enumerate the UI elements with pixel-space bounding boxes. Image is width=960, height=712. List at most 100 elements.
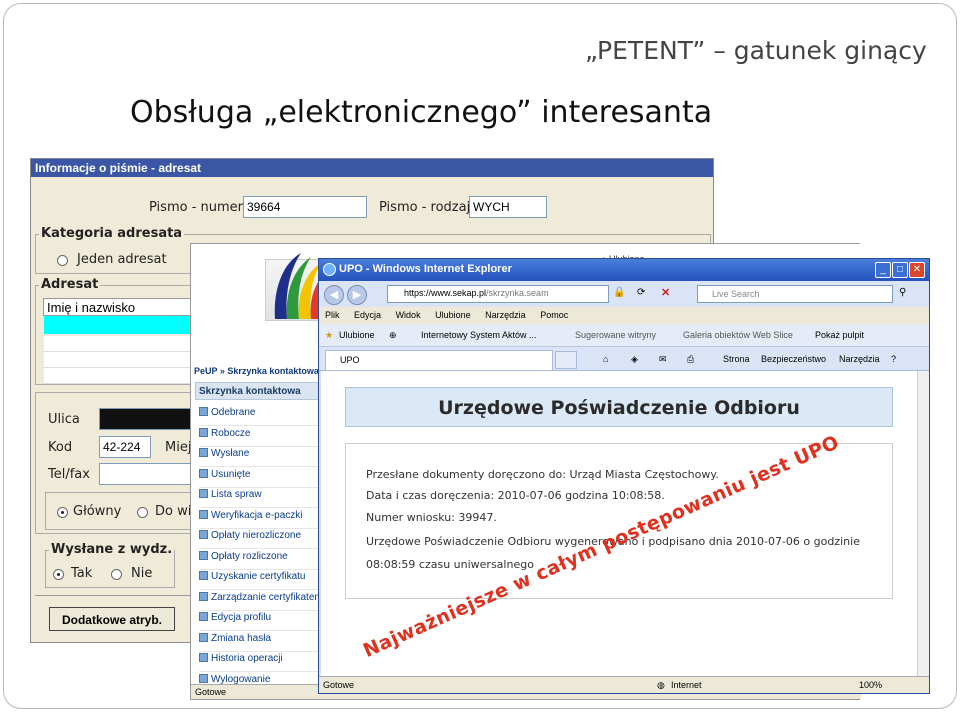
menu-item-edycja-profilu[interactable]: Edycja profilu	[199, 612, 319, 631]
menu-item-label: Historia operacji	[211, 653, 283, 664]
menu-item-lista-spraw[interactable]: Lista spraw	[199, 489, 319, 508]
add-favorite-icon[interactable]: ⊕	[389, 330, 397, 341]
new-tab-button[interactable]	[555, 351, 577, 369]
page-menu-button[interactable]: Strona	[723, 354, 750, 364]
menu-ulubione[interactable]: Ulubione	[435, 310, 471, 320]
address-host: sekap.pl	[452, 288, 487, 298]
upo-line-number: Numer wniosku: 39947.	[366, 511, 497, 524]
lock-icon[interactable]: 🔒	[613, 287, 625, 298]
tak-radio[interactable]	[53, 569, 64, 580]
upo-line-time: 08:08:59 czasu uniwersalnego	[366, 558, 534, 571]
print-icon[interactable]: ⎙	[687, 354, 694, 365]
key-icon	[199, 633, 208, 642]
status-text: Gotowe	[323, 680, 355, 690]
glowny-label: Główny	[73, 504, 122, 519]
jeden-adresat-label: Jeden adresat	[77, 252, 167, 267]
stop-icon[interactable]: ✕	[661, 286, 670, 299]
minimize-button[interactable]: _	[875, 262, 891, 278]
payment-icon	[199, 530, 208, 539]
upo-details: Przesłane dokumenty doręczono do: Urząd …	[345, 443, 893, 599]
nie-radio[interactable]	[111, 569, 122, 580]
upo-line-date: Data i czas doręczenia: 2010-07-06 godzi…	[366, 489, 665, 502]
slide-subtitle: „PETENT” – gatunek ginący	[585, 36, 927, 65]
profile-icon	[199, 612, 208, 621]
address-prefix: https://www.	[404, 288, 453, 298]
nie-label: Nie	[131, 566, 153, 581]
feeds-icon[interactable]: ◈	[631, 354, 638, 365]
pismo-numer-label: Pismo - numer	[149, 200, 243, 215]
menu-pomoc[interactable]: Pomoc	[540, 310, 568, 320]
fav-item-isap[interactable]: Internetowy System Aktów ...	[421, 330, 537, 340]
menu-item-zmiana-hasla[interactable]: Zmiana hasła	[199, 633, 319, 652]
menu-item-zarzadzanie-certyfikatem[interactable]: Zarządzanie certyfikatem	[199, 592, 323, 611]
pismo-rodzaj-field[interactable]: WYCH	[469, 196, 547, 218]
menu-item-oplaty-nierozliczone[interactable]: Opłaty nierozliczone	[199, 530, 319, 549]
menu-item-weryfikacja[interactable]: Weryfikacja e-paczki	[199, 510, 319, 529]
kod-field[interactable]: 42-224	[99, 436, 151, 458]
list-item[interactable]	[44, 336, 193, 352]
payment-icon	[199, 551, 208, 560]
mail-icon[interactable]: ✉	[659, 354, 667, 365]
ulica-label: Ulica	[48, 412, 80, 427]
favorites-button[interactable]: Ulubione	[339, 330, 375, 340]
menu-item-uzyskanie-certyfikatu[interactable]: Uzyskanie certyfikatu	[199, 571, 319, 590]
ie-address-row: ◀ ▶ https://www.sekap.pl/skrzynka.seam 🔒…	[319, 281, 929, 307]
fav-item-sugerowane[interactable]: Sugerowane witryny	[575, 330, 656, 340]
miejscowosc-label: Miej	[165, 440, 192, 455]
do-wiadomosci-radio[interactable]	[137, 507, 148, 518]
live-search-input[interactable]: Live Search	[697, 285, 893, 303]
fav-item-pulpit[interactable]: Pokaż pulpit	[815, 330, 864, 340]
menu-item-label: Zarządzanie certyfikatem	[211, 592, 323, 603]
pismo-numer-field[interactable]: 39664	[243, 196, 367, 218]
list-item[interactable]	[44, 368, 193, 384]
address-path: /skrzynka.seam	[486, 288, 549, 298]
adresat-title: Adresat	[39, 277, 101, 292]
menu-item-label: Weryfikacja e-paczki	[211, 510, 303, 521]
kategoria-title: Kategoria adresata	[39, 226, 185, 241]
zoom-level[interactable]: 100%	[859, 680, 882, 690]
wyslane-title: Wysłane z wydz.	[49, 542, 175, 557]
list-item[interactable]	[44, 352, 193, 368]
list-icon	[199, 489, 208, 498]
sent-icon	[199, 448, 208, 457]
vertical-scrollbar[interactable]	[917, 371, 929, 678]
menu-item-odebrane[interactable]: Odebrane	[199, 407, 319, 426]
menu-widok[interactable]: Widok	[396, 310, 421, 320]
ulica-field[interactable]	[99, 408, 199, 430]
adresat-list-selected-row[interactable]	[44, 316, 193, 334]
search-icon[interactable]: ⚲	[899, 287, 906, 298]
menu-item-historia-operacji[interactable]: Historia operacji	[199, 653, 319, 672]
back-button[interactable]: ◀	[324, 285, 344, 305]
safety-menu-button[interactable]: Bezpieczeństwo	[761, 354, 826, 364]
tab-upo[interactable]: UPO	[325, 350, 553, 370]
menu-edycja[interactable]: Edycja	[354, 310, 381, 320]
telfax-label: Tel/fax	[48, 467, 90, 482]
menu-item-robocze[interactable]: Robocze	[199, 428, 319, 447]
telfax-field[interactable]	[99, 463, 199, 485]
home-icon[interactable]: ⌂	[603, 354, 608, 364]
verify-icon	[199, 510, 208, 519]
glowny-radio[interactable]	[57, 507, 68, 518]
favorites-bar: ★ Ulubione ⊕ Internetowy System Aktów ..…	[319, 324, 929, 347]
history-icon	[199, 653, 208, 662]
upo-heading: Urzędowe Poświadczenie Odbioru	[345, 387, 893, 427]
menu-item-label: Robocze	[211, 428, 251, 439]
menu-item-oplaty-rozliczone[interactable]: Opłaty rozliczone	[199, 551, 319, 570]
address-bar[interactable]: https://www.sekap.pl/skrzynka.seam	[387, 285, 609, 303]
jeden-adresat-radio[interactable]	[57, 255, 68, 266]
forward-button[interactable]: ▶	[347, 285, 367, 305]
help-icon[interactable]: ?	[891, 354, 896, 364]
refresh-icon[interactable]: ⟳	[637, 287, 645, 298]
menu-plik[interactable]: Plik	[325, 310, 340, 320]
tools-menu-button[interactable]: Narzędzia	[839, 354, 880, 364]
close-button[interactable]: ✕	[909, 262, 925, 278]
fav-item-galeria[interactable]: Galeria obiektów Web Slice	[683, 330, 793, 340]
dodatkowe-atrybuty-button[interactable]: Dodatkowe atryb.	[49, 607, 175, 631]
menu-item-usuniete[interactable]: Usunięte	[199, 469, 319, 488]
menu-item-label: Usunięte	[211, 469, 251, 480]
maximize-button[interactable]: □	[892, 262, 908, 278]
menu-narzedzia[interactable]: Narzędzia	[485, 310, 526, 320]
security-zone: Internet	[671, 680, 702, 690]
menu-item-wyslane[interactable]: Wysłane	[199, 448, 319, 467]
menu-item-label: Wysłane	[211, 448, 250, 459]
